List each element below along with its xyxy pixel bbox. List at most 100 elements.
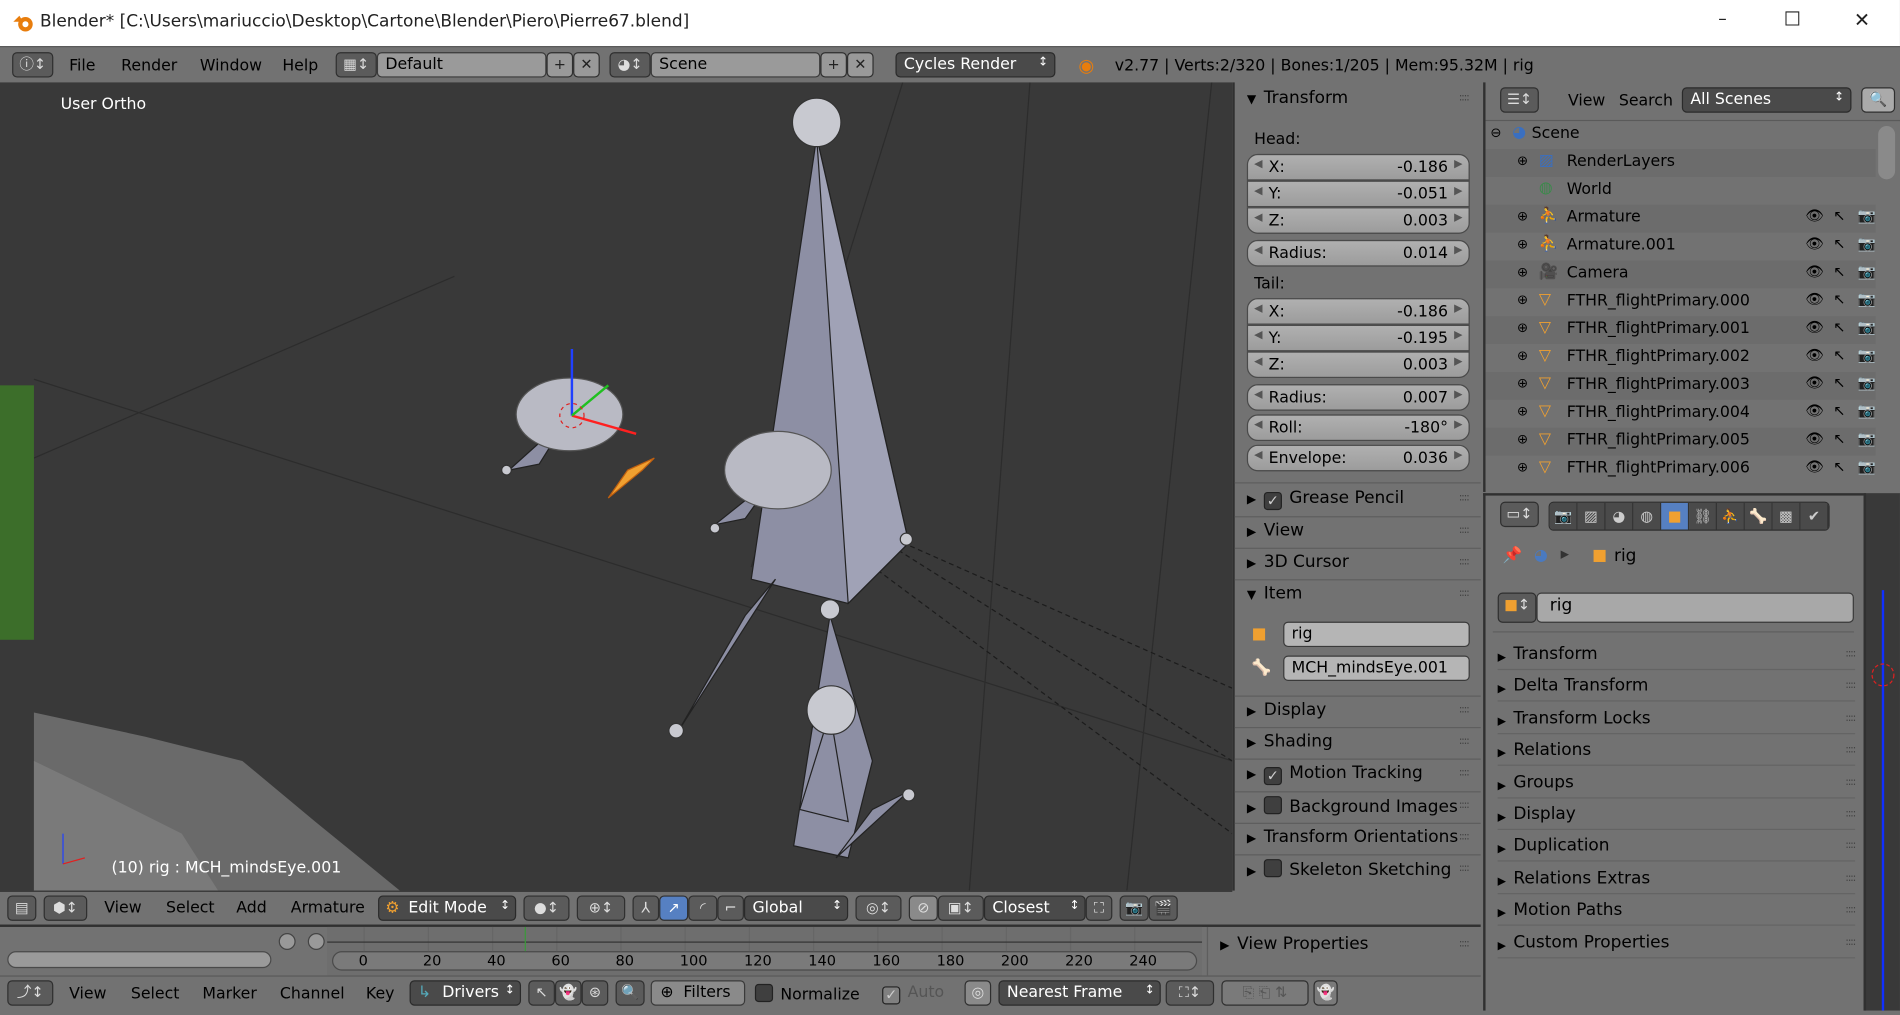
outliner-item[interactable]: ⊖ ◕ Scene (1485, 121, 1876, 150)
menu-view[interactable]: View (69, 985, 106, 1003)
tab-data-icon[interactable]: 🦴 (1744, 502, 1773, 530)
render-icon[interactable]: 📷 (1858, 207, 1876, 224)
remove-scene-icon[interactable]: ✕ (846, 52, 874, 78)
snap-toggle-icon[interactable]: ⊘ (908, 895, 938, 921)
outliner-scrollbar[interactable] (1878, 126, 1896, 180)
panel-transform-locks[interactable]: ▶ Transform Locks:::: (1497, 703, 1856, 735)
render-icon[interactable]: 📷 (1858, 402, 1876, 419)
snap-target-select[interactable]: Closest ↕ (983, 895, 1086, 921)
pin-icon[interactable]: 📌 (1503, 546, 1523, 564)
object-datablock-icon[interactable]: ■↕ (1497, 592, 1537, 623)
minimize-button[interactable]: – (1718, 10, 1726, 29)
outliner-item[interactable]: ⊕ ▽ FTHR_flightPrimary.006 👁 ↖ 📷 (1485, 455, 1876, 484)
search-icon[interactable]: 🔍 (1861, 87, 1896, 113)
render-icon[interactable]: 📷 (1858, 235, 1876, 252)
current-frame-indicator[interactable] (524, 926, 526, 952)
add-layout-icon[interactable]: + (546, 52, 574, 78)
eye-icon[interactable]: 👁 (1805, 402, 1823, 419)
cursor-icon[interactable]: ↖ (1833, 207, 1845, 224)
item-bone-name[interactable]: MCH_mindsEye.001 (1283, 655, 1470, 681)
render-icon[interactable]: 📷 (1858, 430, 1876, 447)
viewport-shading-solid-icon[interactable]: ●↕ (523, 895, 570, 921)
expand-toggle-icon[interactable]: ⊕ (1517, 403, 1528, 419)
snap-mode-select[interactable]: Nearest Frame ↕ (998, 980, 1161, 1006)
panel-delta-transform[interactable]: ▶ Delta Transform:::: (1497, 671, 1856, 703)
view-all-icon[interactable]: ⛶↕ (1165, 980, 1215, 1006)
cursor-icon[interactable]: ↖ (1833, 263, 1845, 280)
render-animation-icon[interactable]: 🎬 (1148, 895, 1178, 921)
copy-paste-keys-icons[interactable]: ⎘ ⎗ ⇅ (1221, 980, 1309, 1006)
pivot-point-icon[interactable]: ⊕↕ (576, 895, 626, 921)
panel-shading[interactable]: ▶ Shading (1247, 732, 1333, 751)
viewport-shading-object-icon[interactable]: ⬢↕ (43, 895, 88, 921)
expand-toggle-icon[interactable]: ⊕ (1517, 431, 1528, 447)
item-object-name[interactable]: rig (1283, 621, 1470, 648)
expand-toggle-icon[interactable]: ⊕ (1517, 376, 1528, 392)
panel-view-properties[interactable]: ▶ View Properties (1220, 934, 1368, 953)
rotate-manipulator-icon[interactable]: ◜ (688, 895, 718, 921)
panel-3d-cursor[interactable]: ▶ 3D Cursor (1247, 553, 1349, 572)
outliner-menu-search[interactable]: Search (1619, 92, 1673, 110)
tab-material-icon[interactable]: ▩ (1772, 502, 1801, 530)
cursor-icon[interactable]: ↖ (1833, 374, 1845, 391)
expand-toggle-icon[interactable]: ⊕ (1517, 264, 1528, 280)
snap-active-icon[interactable]: ⛶ (1085, 895, 1113, 921)
cursor-icon[interactable]: ↖ (1833, 347, 1845, 364)
snap-element-icon[interactable]: ▣↕ (937, 895, 984, 921)
timeline-area[interactable]: 0 20 40 60 80 100 120 140 160 180 200 220 240 (327, 926, 1203, 976)
only-selected-icon[interactable]: ↖ (528, 980, 555, 1006)
tail-radius-field[interactable]: ◀ Radius: 0.007 ▶ (1246, 384, 1470, 411)
only-errors-icon[interactable]: ⊛ (581, 980, 609, 1006)
menu-channel[interactable]: Channel (280, 985, 345, 1003)
close-button[interactable]: ✕ (1854, 8, 1870, 31)
render-icon[interactable]: 📷 (1858, 374, 1876, 391)
head-radius-field[interactable]: ◀ Radius: 0.014 ▶ (1246, 239, 1470, 267)
mode-select[interactable]: ⚙ Edit Mode ↕ (378, 895, 517, 921)
layout-select[interactable]: Default (376, 52, 547, 78)
scale-manipulator-icon[interactable]: ⌐ (717, 895, 744, 921)
scene-icon[interactable]: ◕↕ (609, 52, 651, 78)
render-opengl-icon[interactable]: 📷 (1119, 895, 1149, 921)
manipulator-toggle-icon[interactable]: ⅄ (632, 895, 660, 921)
orientation-select[interactable]: Global ↕ (743, 895, 849, 921)
cursor-icon[interactable]: ↖ (1833, 402, 1845, 419)
add-scene-icon[interactable]: + (820, 52, 847, 78)
outliner-item[interactable]: ⊕ ⛹ Armature.001 👁 ↖ 📷 (1485, 232, 1876, 261)
outliner-item[interactable]: ⊕ ▽ FTHR_flightPrimary.002 👁 ↖ 📷 (1485, 344, 1876, 372)
outliner-item[interactable]: ⊕ ▽ FTHR_flightPrimary.005 👁 ↖ 📷 (1485, 427, 1876, 456)
properties-editor-icon[interactable]: ▭↕ (1500, 501, 1539, 528)
normalize-checkbox[interactable]: Normalize (754, 983, 860, 1004)
eye-icon[interactable]: 👁 (1805, 263, 1823, 280)
expand-toggle-icon[interactable]: ⊕ (1517, 459, 1528, 475)
expand-toggle-icon[interactable]: ⊕ (1517, 292, 1528, 308)
outliner-item[interactable]: ◍ World (1485, 176, 1876, 205)
outliner-item[interactable]: ⊕ 🎥 Camera 👁 ↖ 📷 (1485, 260, 1876, 289)
3d-viewport[interactable]: User Ortho (10) rig : MCH_mindsEye.001 (0, 82, 1233, 891)
scene-select[interactable]: Scene (650, 52, 821, 78)
eye-icon[interactable]: 👁 (1805, 347, 1823, 364)
head-y-field[interactable]: ◀ Y: -0.051 ▶ (1246, 180, 1470, 208)
proportional-edit-icon[interactable]: ◎↕ (855, 895, 902, 921)
filters-button[interactable]: ⊕ Filters (650, 980, 746, 1006)
pivot-icon[interactable]: ◎ (964, 980, 992, 1006)
outliner-item[interactable]: ⊕ ▽ FTHR_flightPrimary.000 👁 ↖ 📷 (1485, 288, 1876, 317)
menu-add[interactable]: Add (236, 899, 267, 917)
roll-field[interactable]: ◀ Roll: -180° ▶ (1246, 414, 1470, 442)
panel-display[interactable]: ▶ Display:::: (1497, 799, 1856, 831)
panel-display[interactable]: ▶ Display (1247, 700, 1326, 719)
panel-background-images[interactable]: ▶ Background Images (1247, 796, 1458, 817)
panel-motion-tracking[interactable]: ▶ ✓ Motion Tracking (1247, 763, 1423, 786)
eye-icon[interactable]: 👁 (1805, 235, 1823, 252)
panel-item[interactable]: ▼ Item (1247, 584, 1303, 603)
menu-view[interactable]: View (104, 899, 141, 917)
object-name-field[interactable]: rig (1536, 592, 1854, 623)
expand-toggle-icon[interactable]: ⊖ (1490, 125, 1501, 141)
layout-icon[interactable]: ▦↕ (335, 52, 377, 78)
scroll-handle[interactable] (307, 933, 325, 950)
editor-type-icon[interactable]: ▤ (7, 895, 37, 921)
cursor-icon[interactable]: ↖ (1833, 291, 1845, 308)
menu-window[interactable]: Window (200, 57, 262, 75)
cursor-icon[interactable]: ↖ (1833, 458, 1845, 475)
menu-armature[interactable]: Armature (291, 899, 365, 917)
graph-editor-icon[interactable]: ⤴↕ (7, 980, 54, 1006)
